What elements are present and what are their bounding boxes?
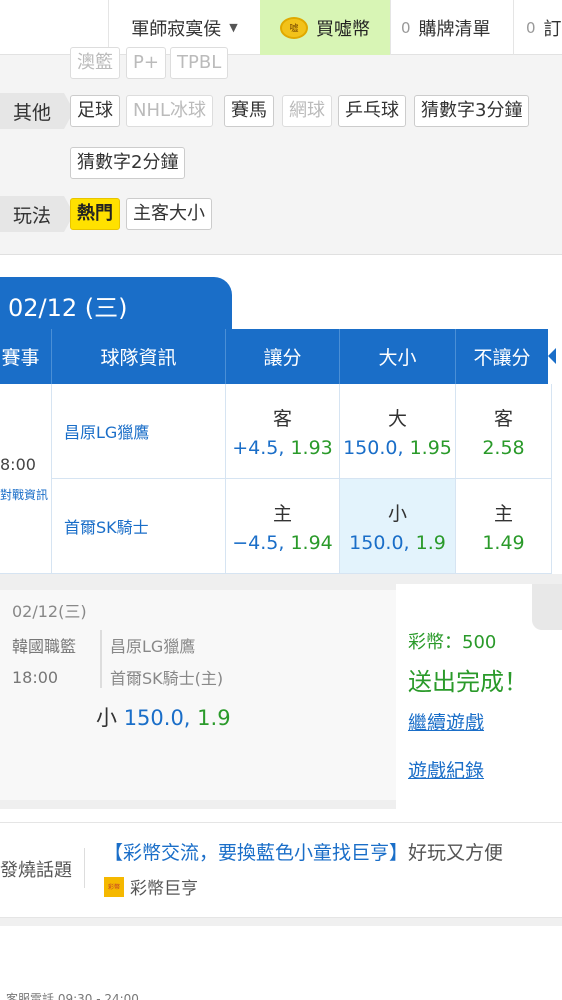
cart-button[interactable]: 0 購牌清單 — [390, 0, 514, 55]
category-other: 其他 — [0, 93, 74, 129]
ticket-date: 02/12(三) — [12, 602, 87, 621]
filter-panel: 澳籃 P+ TPBL 其他 足球 NHL冰球 賽馬 網球 乒乓球 猜數字3分鐘 … — [0, 47, 562, 255]
cart-label: 購牌清單 — [418, 18, 491, 40]
scroll-right-icon[interactable] — [548, 329, 562, 384]
footer-service-hours: 客服電話 09:30 - 24:00 — [6, 992, 139, 1000]
chip-tennis[interactable]: 網球 — [282, 95, 332, 127]
chip-home-away-total[interactable]: 主客大小 — [126, 198, 212, 230]
topic-title-rest: 好玩又方便 — [408, 842, 504, 864]
event-cell — [0, 384, 52, 574]
ticket-league: 韓國職籃 — [12, 637, 77, 656]
category-play: 玩法 — [0, 196, 74, 232]
matchup-info-link[interactable]: 對戰資訊 — [0, 486, 48, 503]
topic-source: 彩幣 彩幣巨亨 — [104, 874, 198, 899]
odds-value: 150.0, 1.9 — [349, 531, 446, 554]
team-name-away: 昌原LG獵鷹 — [64, 423, 150, 442]
topic-divider — [84, 848, 85, 888]
hot-topic-label: 發燒話題 — [0, 860, 72, 881]
col-header-team: 球隊資訊 — [52, 329, 226, 384]
chip-p-plus[interactable]: P+ — [126, 47, 166, 79]
odds-total-under-selected[interactable]: 小 150.0, 1.9 — [340, 479, 456, 574]
odds-ml-home[interactable]: 主 1.49 — [456, 479, 552, 574]
game-time: 8:00 — [0, 455, 36, 474]
odds-spread-home[interactable]: 主 −4.5, 1.94 — [226, 479, 340, 574]
odds-ml-away[interactable]: 客 2.58 — [456, 384, 552, 479]
odds-value: +4.5, 1.93 — [232, 436, 333, 459]
date-header-tail — [200, 277, 230, 333]
buy-coin-button[interactable]: 噓 買噓幣 — [260, 0, 390, 55]
odds-spread-away[interactable]: 客 +4.5, 1.93 — [226, 384, 340, 479]
coin-icon: 噓 — [280, 16, 308, 39]
odds-side: 主 — [272, 502, 292, 525]
team-name-home: 首爾SK騎士 — [64, 518, 149, 537]
odds-value: −4.5, 1.94 — [232, 531, 333, 554]
footer-divider — [0, 918, 562, 926]
chip-guess-3min[interactable]: 猜數字3分鐘 — [414, 95, 530, 127]
odds-value: 2.58 — [482, 436, 525, 459]
ticket-bet-selection: 小 150.0, 1.9 — [96, 702, 231, 732]
chip-nhl[interactable]: NHL冰球 — [126, 95, 214, 127]
chip-horse-racing[interactable]: 賽馬 — [224, 95, 274, 127]
cart-count: 0 — [401, 18, 411, 37]
buy-coin-label: 買噓幣 — [316, 18, 370, 40]
topic-title-highlight: 【彩幣交流，要換藍色小童找巨亨】 — [104, 842, 409, 864]
odds-table-header: 賽事 球隊資訊 讓分 大小 不讓分 — [0, 329, 562, 384]
ticket-amount: 彩幣：500 — [408, 632, 497, 653]
chip-aus-basketball[interactable]: 澳籃 — [70, 47, 120, 79]
col-header-total: 大小 — [340, 329, 456, 384]
odds-side: 大 — [387, 407, 407, 430]
ticket-team-away: 昌原LG獵鷹 — [110, 637, 196, 656]
ticket-divider — [100, 630, 102, 688]
team-cell-home: 首爾SK騎士 — [52, 479, 226, 574]
odds-side: 主 — [493, 502, 513, 525]
ticket-bet-line: 150.0, — [123, 706, 191, 730]
user-name: 軍師寂寞侯 — [131, 18, 222, 40]
odds-total-over[interactable]: 大 150.0, 1.95 — [340, 384, 456, 479]
hot-topic-link[interactable]: 【彩幣交流，要換藍色小童找巨亨】好玩又方便 — [104, 838, 503, 865]
chip-guess-2min[interactable]: 猜數字2分鐘 — [70, 147, 186, 179]
order-label: 訂 — [543, 18, 562, 40]
ticket-team-home: 首爾SK騎士(主) — [110, 669, 224, 688]
ticket-close-tab[interactable] — [532, 584, 562, 630]
ticket-status-text: 送出完成！ — [408, 668, 528, 696]
source-logo-icon: 彩幣 — [104, 876, 124, 897]
odds-value: 150.0, 1.95 — [343, 436, 452, 459]
chip-table-tennis[interactable]: 乒乓球 — [338, 95, 406, 127]
ticket-bet-odds: 1.9 — [197, 706, 231, 730]
order-button[interactable]: 0 訂 — [514, 0, 562, 55]
col-header-moneyline: 不讓分 — [473, 347, 531, 369]
chip-hot[interactable]: 熱門 — [70, 198, 120, 230]
continue-game-link[interactable]: 繼續遊戲 — [408, 708, 484, 735]
odds-side: 客 — [272, 407, 292, 430]
odds-value: 1.49 — [482, 531, 525, 554]
ticket-time: 18:00 — [12, 668, 59, 687]
col-header-event: 賽事 — [0, 329, 52, 384]
chevron-down-icon: ▼ — [229, 21, 238, 34]
topic-source-name: 彩幣巨亨 — [130, 879, 198, 899]
game-history-link[interactable]: 遊戲紀錄 — [408, 756, 484, 783]
chip-tpbl[interactable]: TPBL — [170, 47, 229, 79]
odds-side: 小 — [387, 502, 407, 525]
team-cell-away: 昌原LG獵鷹 — [52, 384, 226, 479]
order-count: 0 — [526, 18, 536, 37]
chip-soccer[interactable]: 足球 — [70, 95, 120, 127]
ticket-bet-side: 小 — [96, 706, 117, 730]
date-header: 02/12 (三) — [0, 277, 232, 333]
col-header-spread: 讓分 — [226, 329, 340, 384]
odds-side: 客 — [493, 407, 513, 430]
